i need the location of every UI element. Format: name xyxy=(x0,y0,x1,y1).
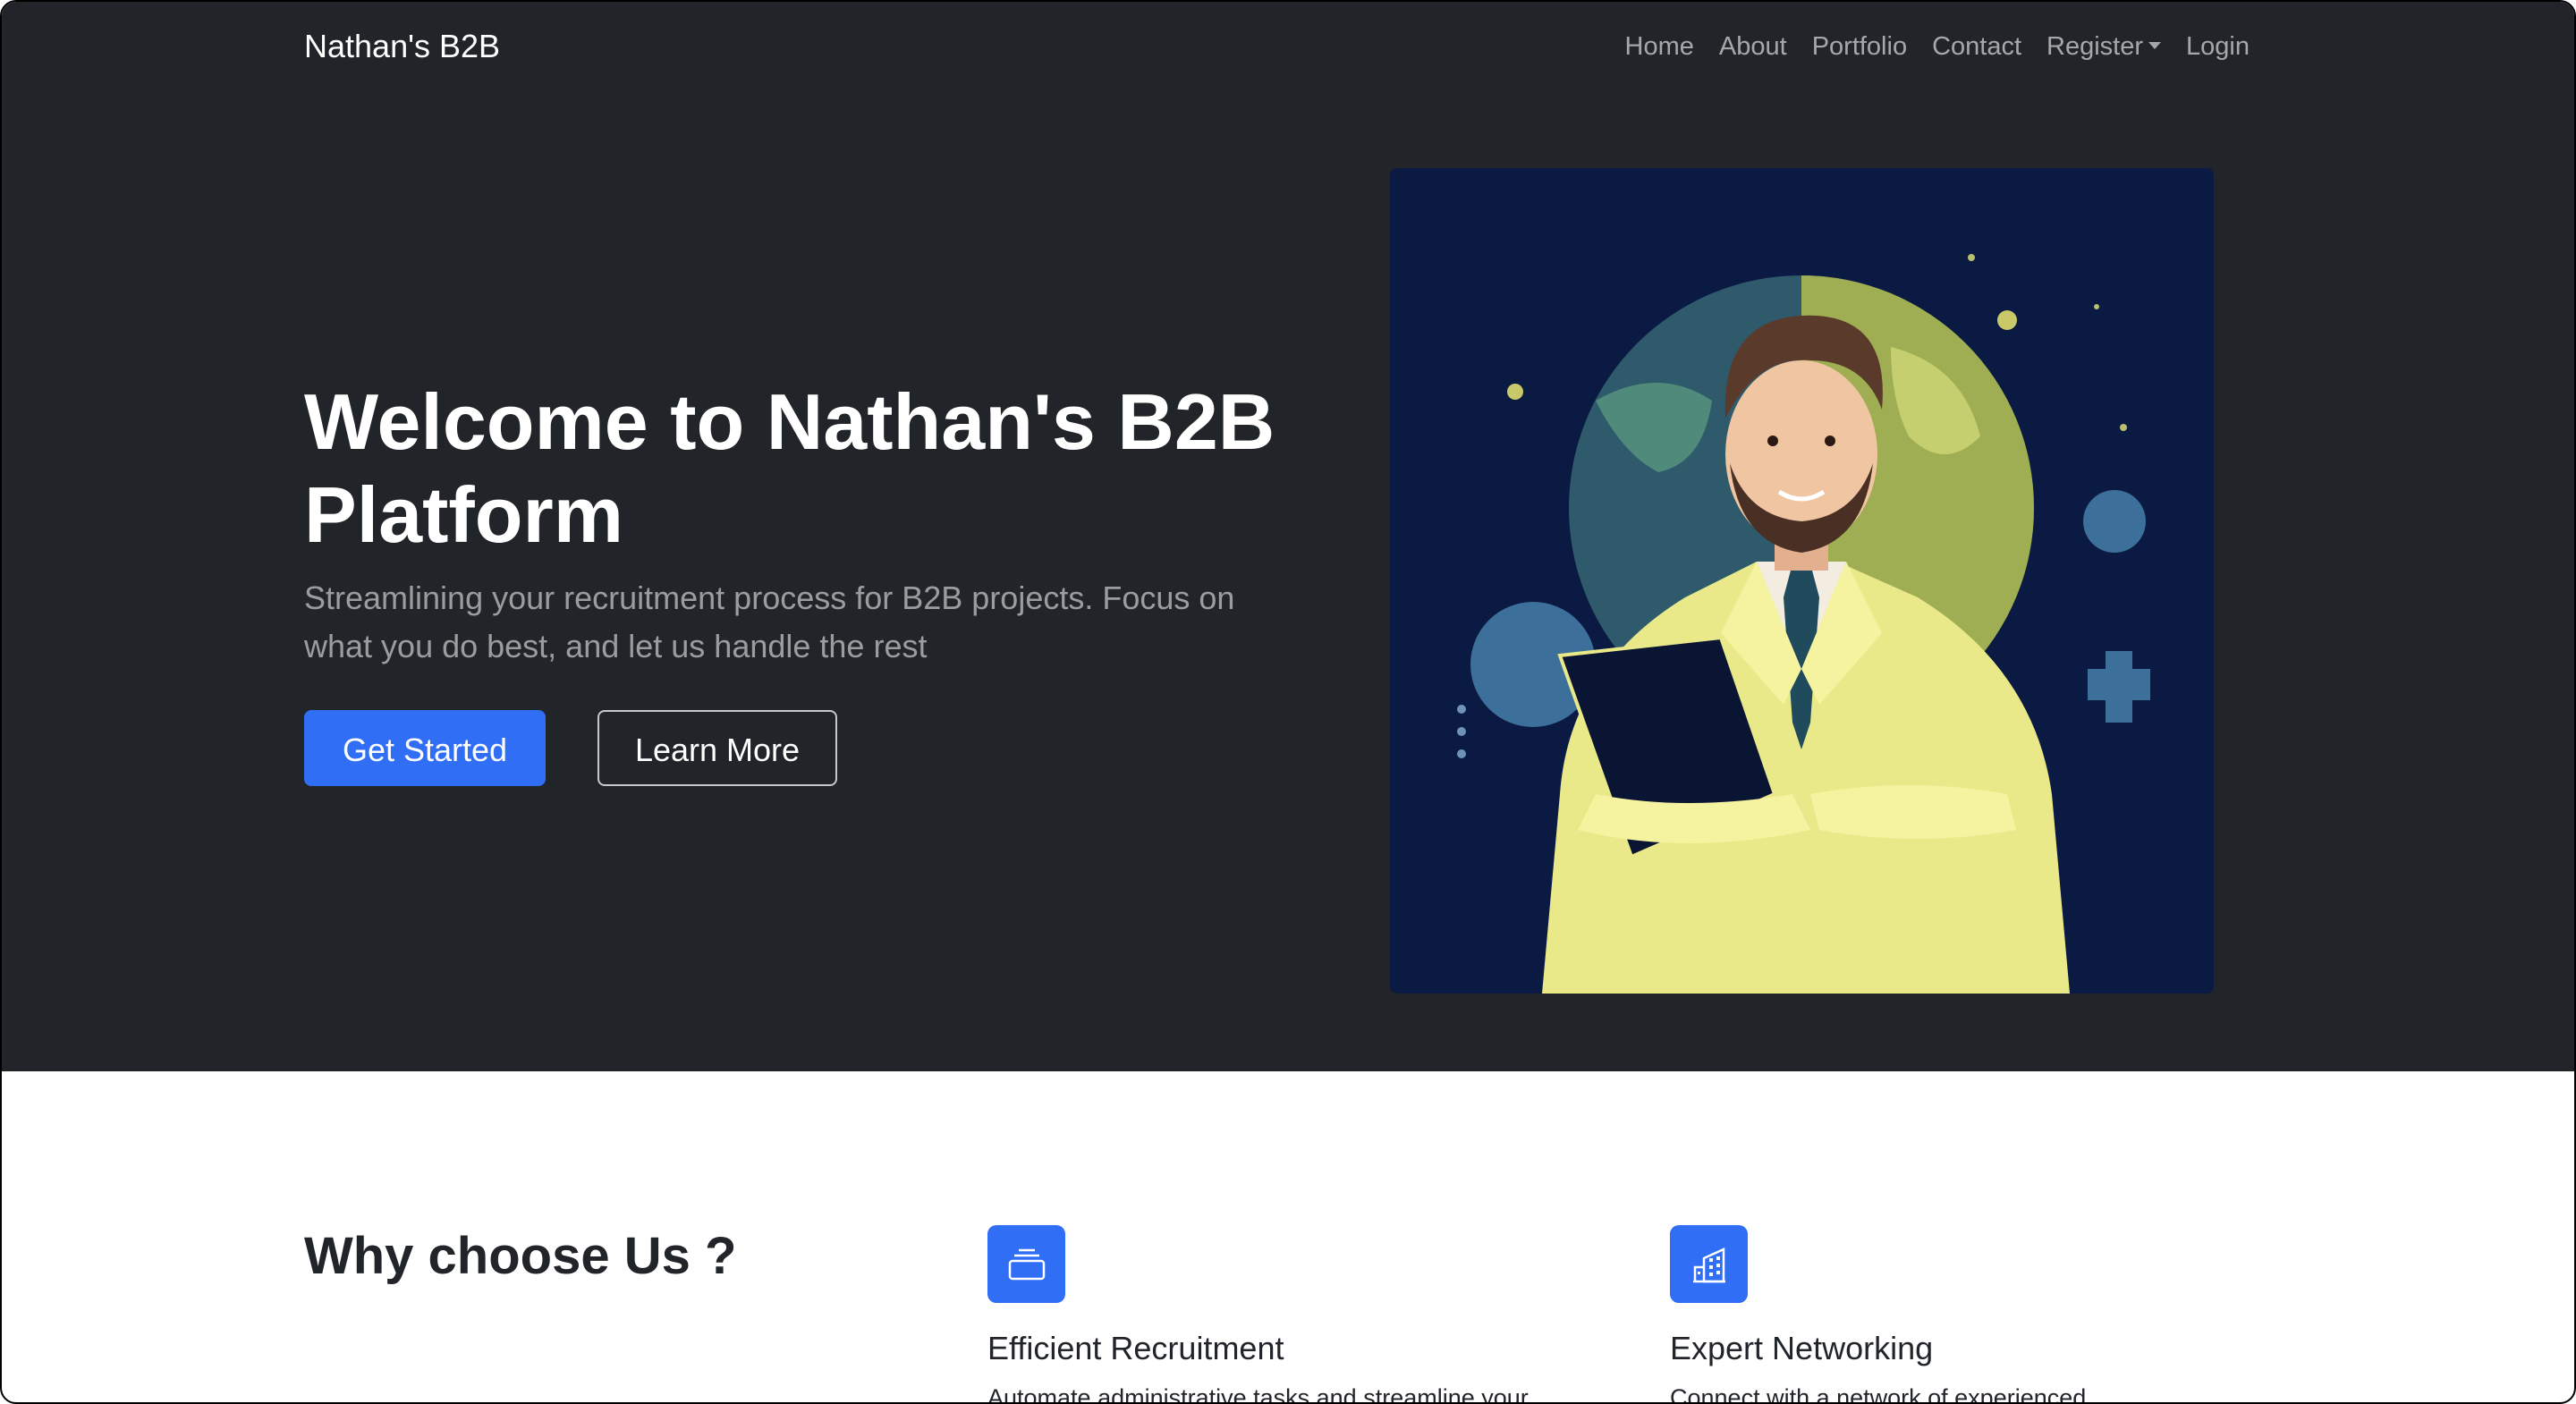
nav-home[interactable]: Home xyxy=(1613,27,1707,66)
nav-about[interactable]: About xyxy=(1707,27,1800,66)
nav-register-label: Register xyxy=(2046,32,2144,61)
feature-title: Efficient Recruitment xyxy=(987,1330,1284,1366)
learn-more-button[interactable]: Learn More xyxy=(597,710,837,786)
nav-register-dropdown[interactable]: Register xyxy=(2034,27,2174,66)
navbar: Nathan's B2B Home About Portfolio Contac… xyxy=(2,2,2574,91)
nav-links: Home About Portfolio Contact Register Lo… xyxy=(1613,27,2262,66)
hero-title: Welcome to Nathan's B2B Platform xyxy=(304,377,1275,559)
why-choose-us-heading: Why choose Us ? xyxy=(304,1227,737,1285)
nav-contact[interactable]: Contact xyxy=(1919,27,2034,66)
nav-login[interactable]: Login xyxy=(2174,27,2262,66)
feature-text: Automate administrative tasks and stream… xyxy=(987,1384,1529,1404)
collection-icon xyxy=(987,1225,1065,1303)
building-icon xyxy=(1670,1225,1748,1303)
hero-lead: Streamlining your recruitment process fo… xyxy=(304,579,1235,664)
feature-text: Connect with a network of experienced xyxy=(1670,1384,2087,1404)
feature-title: Expert Networking xyxy=(1670,1330,1934,1366)
get-started-button[interactable]: Get Started xyxy=(304,710,546,786)
page: Nathan's B2B Home About Portfolio Contac… xyxy=(0,0,2576,1404)
nav-portfolio[interactable]: Portfolio xyxy=(1800,27,1919,66)
hero-illustration xyxy=(1390,168,2214,994)
feature-card-expert-networking: Expert Networking Connect with a network… xyxy=(1670,1225,2287,1404)
caret-down-icon xyxy=(2148,42,2162,50)
hero-section: Nathan's B2B Home About Portfolio Contac… xyxy=(2,2,2574,1071)
feature-card-efficient-recruitment: Efficient Recruitment Automate administr… xyxy=(987,1225,1605,1404)
brand-link[interactable]: Nathan's B2B xyxy=(304,27,500,66)
